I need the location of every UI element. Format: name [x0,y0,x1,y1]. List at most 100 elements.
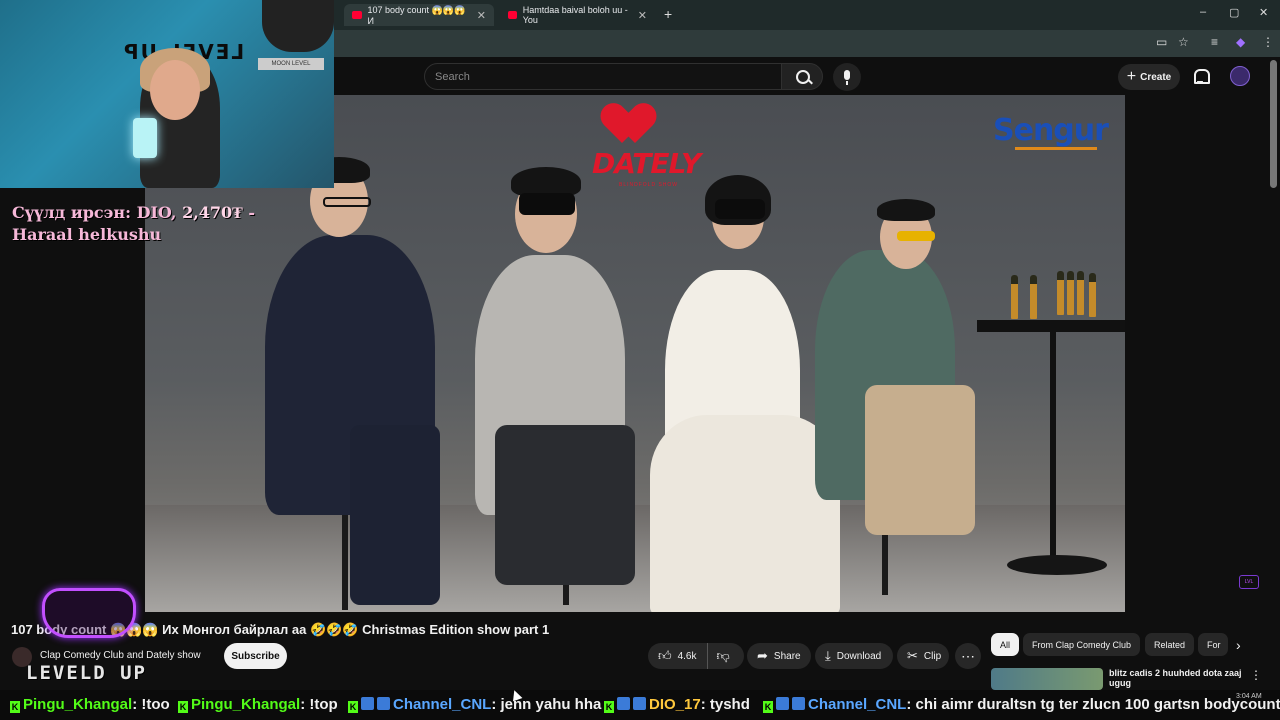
subscriber-badge-icon [792,697,805,710]
create-label: Create [1140,71,1172,83]
share-label: Share [773,650,801,662]
subscriber-badge-icon [776,697,789,710]
ticker-user: Pingu_Khangal [191,696,301,713]
beer-bottle [1011,275,1018,319]
youtube-favicon-icon [352,11,362,19]
subscriber-badge-icon [377,697,390,710]
close-tab-icon[interactable]: ✕ [638,9,647,22]
contestant-hair [877,199,935,221]
donation-alert: Сүүлд ирсэн: DIO, 2,470₮ - Haraal helkus… [12,202,342,246]
dately-heart-logo-icon [610,105,660,145]
channel-watermark-icon[interactable]: LVL [1239,575,1259,589]
close-tab-icon[interactable]: ✕ [477,9,486,22]
clip-button[interactable]: ✂ Clip [897,643,949,669]
chip-for-you[interactable]: For [1198,633,1228,656]
subscriber-badge-icon [633,697,646,710]
scissors-icon: ✂ [907,648,918,663]
search-input[interactable]: Search [424,63,782,90]
new-tab-button[interactable]: + [664,6,672,22]
donation-suffix: - [242,203,256,222]
sponsor-logo: Sengur [993,113,1109,148]
chat-ticker: K Pingu_Khangal: !too K Pingu_Khangal: !to… [0,690,1280,720]
youtube-favicon-icon [508,11,517,19]
recommended-title[interactable]: blitz cadis 2 huuhded dota zaaj ugug [1109,668,1259,688]
download-button[interactable]: ⤓ Download [815,643,893,669]
dately-logo-subtitle: BLINDFOLD SHOW [619,182,679,188]
tab-label: 107 body count 😱😱😱 И [367,4,466,26]
download-icon: ⤓ [825,648,831,663]
browser-menu-icon[interactable]: ⋮ [1262,35,1274,49]
tab-video[interactable]: 107 body count 😱😱😱 И ✕ [344,4,494,26]
ticker-user: Channel_CNL [808,696,907,713]
close-window-button[interactable]: ✕ [1259,6,1268,19]
sponsor-underline [1015,147,1097,150]
chip-related[interactable]: Related [1145,633,1195,656]
page-scrollbar[interactable] [1270,60,1277,188]
ticker-text: : !top [300,696,338,713]
donation-prefix: Сүүлд ирсэн: DIO, [12,203,183,222]
browser-tab-bar: 107 body count 😱😱😱 И ✕ Hamtdaa baival bo… [334,0,1280,30]
like-dislike-group: 👍︎ 4.6k 👎︎ [648,643,744,669]
ticker-message: K Pingu_Khangal: !top [178,690,338,720]
download-label: Download [836,650,882,662]
blindfold-icon [519,193,575,215]
extension-icon[interactable]: ◆ [1236,35,1245,49]
subscriber-badge-icon [361,697,374,710]
stage-floor [145,505,1125,612]
ticker-user: Pingu_Khangal [23,696,133,713]
create-button[interactable]: + Create [1118,64,1180,90]
channel-name[interactable]: Clap Comedy Club and Dately show [40,650,201,661]
dartboard [262,0,334,52]
tab-hamtdaa[interactable]: Hamtdaa baival boloh uu - You ✕ [500,4,655,26]
notifications-bell-icon[interactable] [1192,68,1210,84]
bookmark-star-icon[interactable]: ☆ [1178,35,1189,49]
taskbar-clock: 3:04 AM [1236,693,1262,700]
ticker-text: : chi aimr duraltsn tg ter zlucn 100 gar… [906,696,1280,713]
share-button[interactable]: ➦ Share [747,643,811,669]
plus-icon: + [1126,68,1137,85]
like-button[interactable]: 👍︎ 4.6k [648,643,708,669]
profile-avatar[interactable] [1230,66,1250,86]
thumbs-down-icon: 👎︎ [716,648,730,663]
clip-label: Clip [923,650,942,662]
address-bar[interactable] [334,30,1280,57]
share-arrow-icon: ➦ [757,648,768,663]
recommended-more-icon[interactable]: ⋮ [1250,668,1262,682]
kick-icon: K [178,701,188,713]
maximize-button[interactable]: ▢ [1229,6,1239,19]
contestant-legs [865,385,975,535]
beer-bottle [1030,275,1037,319]
kick-icon: K [604,701,614,713]
dately-logo-text: DATELY [592,147,701,180]
blindfold-icon [715,199,765,219]
ticker-message: K Channel_CNL: chi aimr duraltsn tg ter z… [763,690,1280,720]
white-dress-skirt [650,415,840,612]
chip-all[interactable]: All [991,633,1020,656]
kick-icon: K [763,701,773,713]
minimize-button[interactable]: – [1200,6,1206,18]
contestant-legs [350,425,440,605]
more-actions-button[interactable]: ⋯ [955,643,981,669]
streamer-webcam: LEVEL UP MOON LEVEL [0,0,334,188]
recommended-thumbnail[interactable] [991,668,1103,690]
gamepad-logo-icon [42,588,136,638]
dislike-button[interactable]: 👎︎ [708,648,739,664]
bar-table [977,320,1125,332]
subscribe-button[interactable]: Subscribe [224,643,287,669]
media-controls-icon[interactable]: ≡ [1211,35,1218,49]
ticker-message: K DIO_17: tyshd [604,690,750,720]
thumbs-up-icon: 👍︎ [658,648,672,663]
donation-amount: 2,470₮ [182,203,243,222]
kick-icon: K [348,701,358,713]
wall-label: MOON LEVEL [258,58,324,70]
sunglasses-icon [897,231,935,241]
search-button[interactable] [781,63,823,90]
chevron-right-icon[interactable]: › [1236,637,1241,653]
cast-icon[interactable]: ▭ [1156,35,1167,49]
ticker-user: Channel_CNL [393,696,492,713]
voice-search-icon[interactable] [833,63,861,91]
chip-from-channel[interactable]: From Clap Comedy Club [1023,633,1141,656]
beer-bottle [1077,271,1084,315]
microphone-icon [133,118,157,158]
ticker-text: : tyshd [700,696,750,713]
